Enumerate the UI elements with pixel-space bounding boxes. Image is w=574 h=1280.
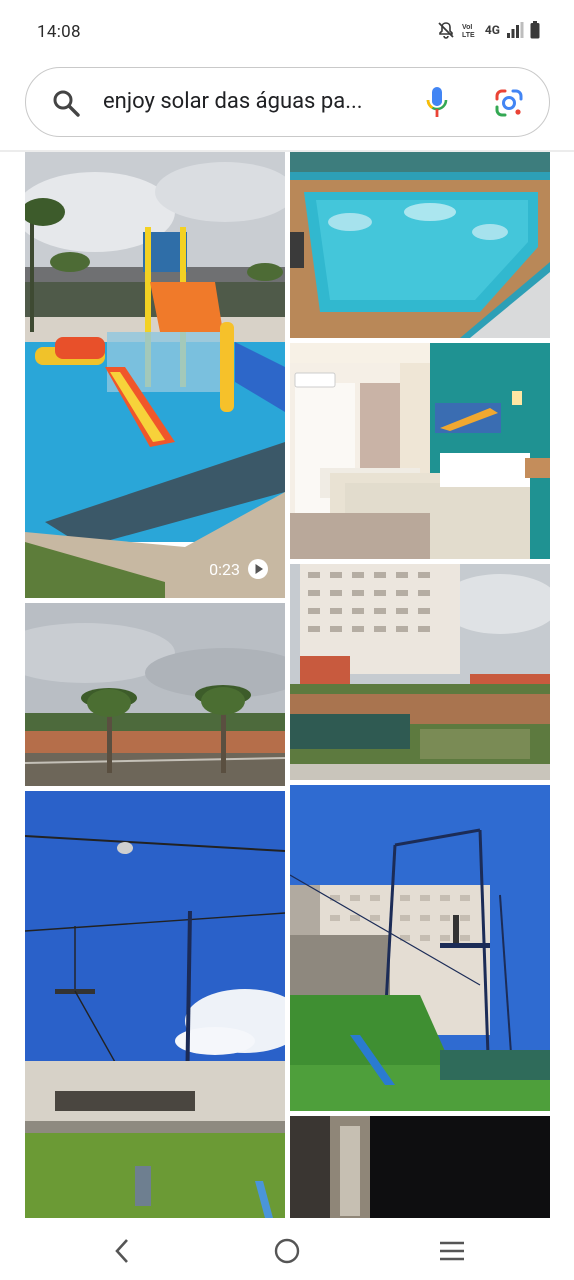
back-icon[interactable]: [107, 1236, 137, 1266]
navigation-bar: [0, 1218, 574, 1280]
video-duration: 0:23: [209, 559, 240, 579]
status-time: 14:08: [37, 22, 81, 42]
image-result-hotel-room[interactable]: [290, 343, 550, 559]
recents-icon[interactable]: [437, 1236, 467, 1266]
image-result-resort-building[interactable]: [290, 564, 550, 780]
mic-icon[interactable]: [425, 86, 449, 120]
lens-icon[interactable]: [494, 88, 524, 118]
image-result-pool[interactable]: [290, 152, 550, 338]
svg-text:LTE: LTE: [462, 32, 475, 39]
search-icon[interactable]: [52, 89, 80, 117]
image-result-palm-trees[interactable]: [25, 603, 285, 786]
video-badge: 0:23: [209, 558, 269, 580]
status-icons: VoI LTE 4G: [437, 21, 540, 39]
svg-text:VoI: VoI: [462, 24, 472, 31]
search-bar[interactable]: enjoy solar das águas pa...: [25, 67, 550, 137]
image-result-water-park[interactable]: 0:23: [25, 152, 285, 598]
home-icon[interactable]: [272, 1236, 302, 1266]
signal-icon: [506, 22, 524, 38]
battery-icon: [530, 21, 540, 39]
image-result-trapeze-sky[interactable]: [25, 791, 285, 1218]
mute-icon: [437, 21, 455, 39]
play-icon: [247, 558, 269, 580]
network-type: 4G: [484, 23, 500, 37]
status-bar: 14:08 VoI LTE 4G: [0, 0, 574, 62]
vowifi-icon: VoI LTE: [461, 21, 479, 39]
search-input[interactable]: enjoy solar das águas pa...: [103, 89, 363, 114]
image-results-grid: 0:23: [0, 150, 574, 1218]
image-result-trapeze-rig[interactable]: [290, 785, 550, 1111]
image-result-dark-interior[interactable]: [290, 1116, 550, 1218]
